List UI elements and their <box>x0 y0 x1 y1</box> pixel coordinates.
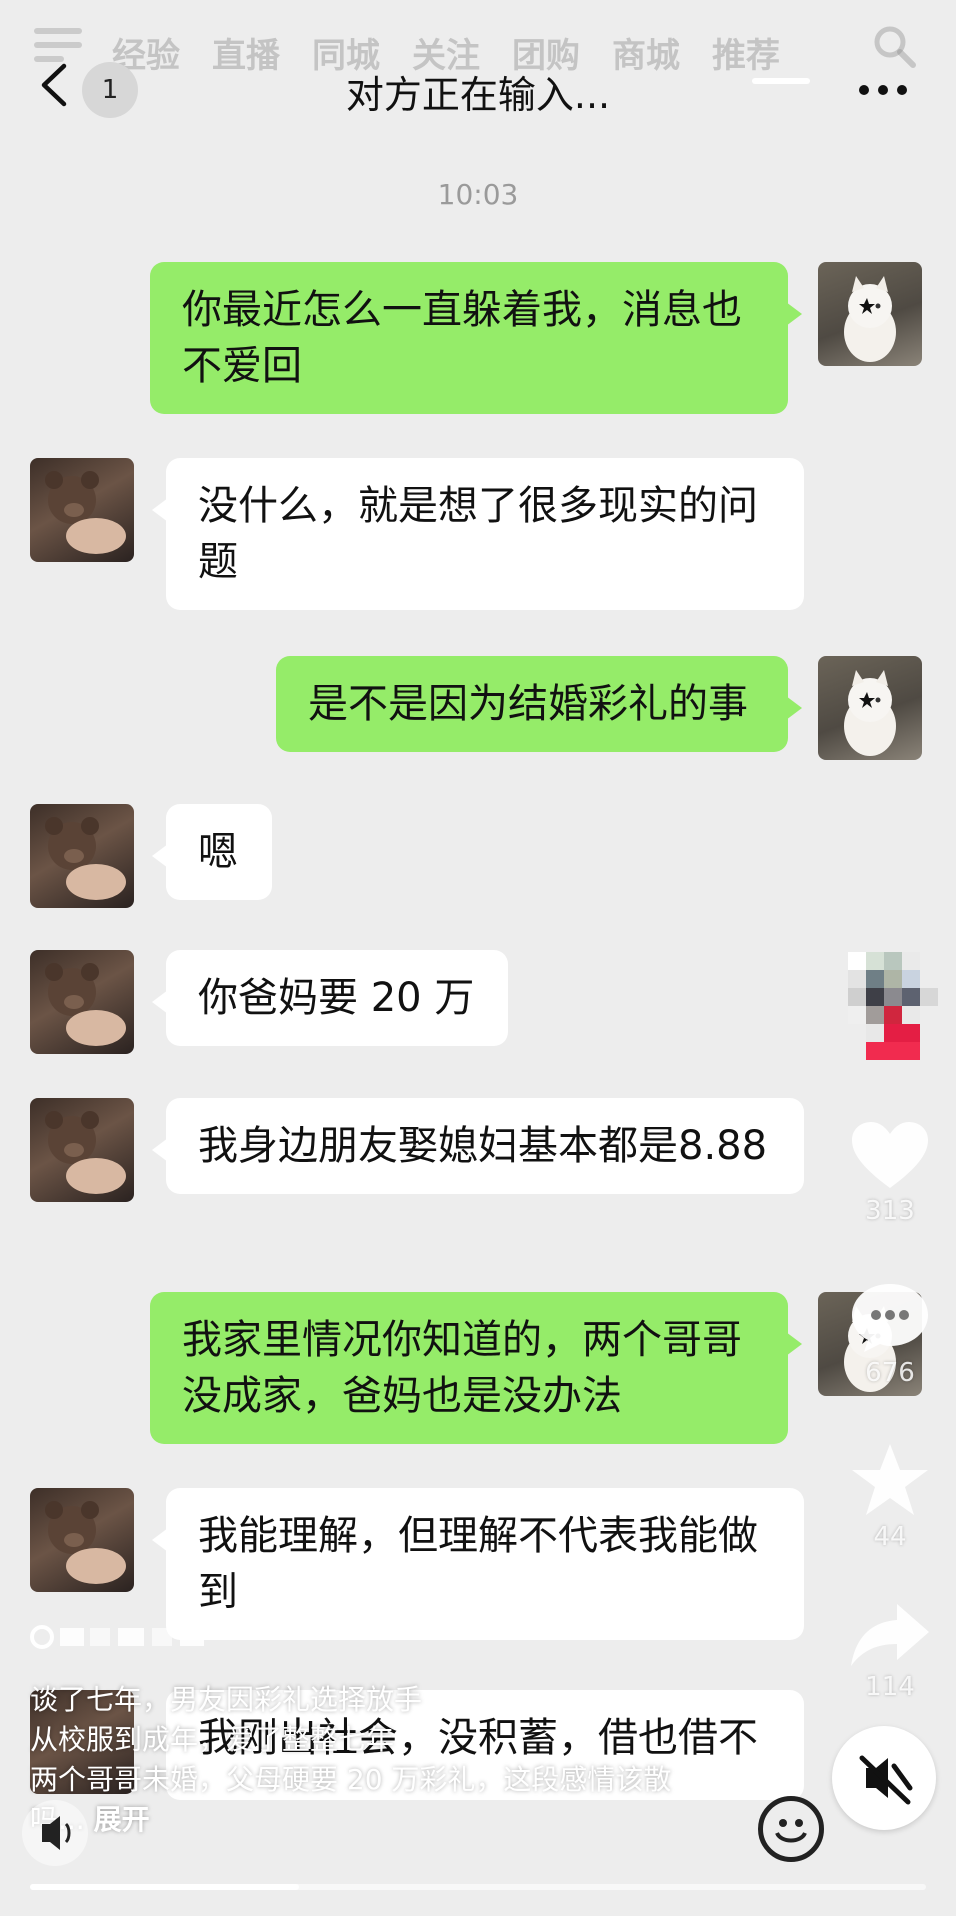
bear-avatar-icon <box>45 963 126 1046</box>
comment-bubble-icon <box>852 1284 928 1352</box>
bear-avatar-icon <box>45 1501 126 1584</box>
caption-line: 从校服到成年，爱了整整七年 <box>30 1723 395 1756</box>
my-avatar[interactable] <box>818 262 922 366</box>
message-bubble-received[interactable]: 我身边朋友娶媳妇基本都是8.88 <box>152 1098 804 1194</box>
message-bubble-sent[interactable]: 你最近怎么一直躲着我，消息也不爱回 <box>150 262 802 414</box>
contact-avatar[interactable] <box>30 1488 134 1592</box>
favorite-count: 44 <box>873 1522 907 1552</box>
message-bubble-received[interactable]: 我能理解，但理解不代表我能做到 <box>152 1488 804 1640</box>
cat-avatar-icon <box>844 670 896 756</box>
message-timestamp: 10:03 <box>437 178 519 211</box>
bear-avatar-icon <box>45 471 126 554</box>
contact-avatar[interactable] <box>30 950 134 1054</box>
emoji-icon[interactable] <box>758 1796 824 1862</box>
video-progress-bar[interactable] <box>30 1884 926 1890</box>
chat-header: 1 对方正在输入... <box>0 40 956 130</box>
favorite-button[interactable]: 44 <box>840 1442 940 1552</box>
sound-toggle-button[interactable] <box>22 1800 88 1866</box>
contact-avatar[interactable] <box>30 458 134 562</box>
caption-line: 两个哥哥未婚，父母硬要 20 万彩礼，这段感情该散 <box>30 1763 672 1796</box>
share-count: 114 <box>865 1672 915 1702</box>
cat-avatar-icon <box>844 276 896 362</box>
caption-line: 谈了七年，男友因彩礼选择放手 <box>30 1683 423 1716</box>
video-caption: 谈了七年，男友因彩礼选择放手 从校服到成年，爱了整整七年 两个哥哥未婚，父母硬要… <box>30 1680 750 1840</box>
comment-count: 676 <box>865 1358 915 1388</box>
mute-button[interactable] <box>832 1726 936 1830</box>
message-bubble-received[interactable]: 没什么，就是想了很多现实的问题 <box>152 458 804 610</box>
star-icon <box>852 1444 928 1515</box>
speaker-icon <box>42 1816 71 1850</box>
caption-line: 吗... 展开 <box>30 1800 750 1840</box>
share-button[interactable]: 114 <box>840 1600 940 1702</box>
chat-title: 对方正在输入... <box>345 73 611 117</box>
video-progress-fill <box>30 1884 299 1890</box>
creator-avatar-pixelated[interactable] <box>848 952 940 1082</box>
contact-avatar[interactable] <box>30 804 134 908</box>
comment-button[interactable]: 676 <box>840 1280 940 1388</box>
message-bubble-received[interactable]: 你爸妈要 20 万 <box>152 950 508 1046</box>
muted-speaker-icon <box>859 1755 913 1805</box>
heart-icon <box>852 1122 928 1188</box>
message-bubble-received[interactable]: 嗯 <box>152 804 272 900</box>
message-bubble-sent[interactable]: 我家里情况你知道的，两个哥哥没成家，爸妈也是没办法 <box>150 1292 802 1444</box>
contact-avatar[interactable] <box>30 1098 134 1202</box>
bear-avatar-icon <box>45 817 126 900</box>
share-arrow-icon <box>851 1604 929 1666</box>
my-avatar[interactable] <box>818 656 922 760</box>
expand-caption-link[interactable]: 展开 <box>94 1803 150 1836</box>
more-options-icon[interactable] <box>858 84 908 96</box>
like-button[interactable]: 313 <box>840 1120 940 1226</box>
bear-avatar-icon <box>45 1111 126 1194</box>
author-handle-redacted[interactable] <box>30 1622 210 1652</box>
like-count: 313 <box>865 1196 915 1226</box>
message-bubble-sent[interactable]: 是不是因为结婚彩礼的事 <box>276 656 802 752</box>
